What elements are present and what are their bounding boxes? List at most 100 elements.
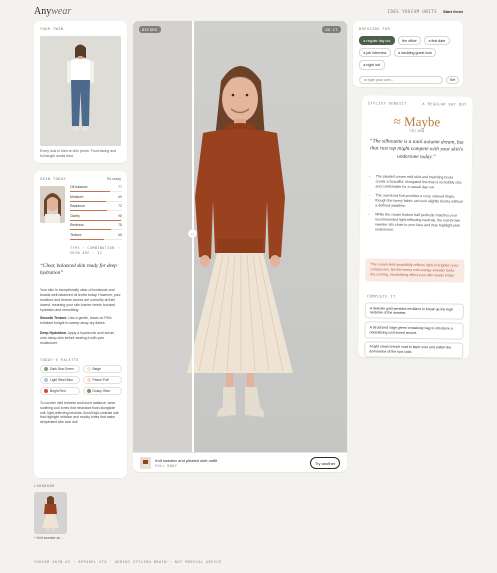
try-another-button[interactable]: Try another — [310, 457, 340, 469]
palette-swatch: Dusky Olive — [82, 387, 122, 395]
face-illustration — [40, 186, 65, 223]
skin-tip-texture-title: Smooth Texture. — [40, 316, 68, 320]
complete-it-label: COMPLETE IT — [366, 294, 396, 299]
swatch-dot — [44, 378, 48, 382]
metric-bar — [70, 238, 122, 240]
metric-bar-fill — [70, 210, 108, 212]
occasion-chip[interactable]: a first date — [424, 36, 450, 46]
compare-handle-icon[interactable]: ↔ — [188, 229, 197, 238]
verdict-label: STYLIST VERDICT — [367, 101, 407, 106]
twin-card: YOUR TWIN Every look is tried on this ph… — [34, 21, 127, 163]
skin-metric-redness: Redness 78 — [70, 223, 122, 233]
swatch-dot — [86, 367, 91, 371]
dressing-section-label: DRESSING FOR — [359, 27, 391, 31]
verdict-point: – The oversized knit provides a cozy, rel… — [368, 193, 463, 209]
lookbook-item[interactable] — [34, 492, 67, 534]
twin-section-label: YOUR TWIN — [40, 27, 64, 31]
outfit-footer: Knit sweater and pleated skirt outfit FU… — [133, 452, 347, 472]
dash-icon: – — [368, 193, 371, 198]
occasion-chips: a regular day out the office a first date a… — [359, 36, 459, 70]
metric-value: 66 — [118, 232, 122, 237]
palette-swatch: Dark Sea Green — [40, 365, 80, 373]
verdict-header: STYLIST VERDICT A REGULAR DAY OUT — [368, 101, 467, 106]
metric-label: Radiance — [70, 204, 85, 208]
outfit-title: Knit sweater and pleated skirt outfit — [155, 458, 218, 463]
model-illustration — [187, 66, 293, 417]
app-logo[interactable]: Anywear — [34, 6, 71, 17]
skin-status: Rx ready — [106, 177, 121, 181]
skin-metric-texture: Texture 66 — [70, 233, 122, 243]
metric-bar — [70, 191, 122, 193]
metric-bar — [70, 229, 122, 231]
swatch-label: Light Steel Blue — [50, 378, 74, 382]
twin-caption: Every look is tried on this photo. Front… — [40, 149, 117, 158]
occasion-chip[interactable]: the office — [397, 36, 422, 46]
top-bar: Anywear IDES YOUCAM UNITS Start fresh — [34, 6, 463, 20]
complete-it-item[interactable]: A structured sage green crossbody bag to… — [364, 321, 464, 340]
metric-value: 69 — [118, 194, 122, 199]
skin-type: type · Combination · skin age · 32 — [70, 246, 120, 255]
complete-it-list: A delicate gold pendant necklace to brea… — [364, 302, 464, 362]
skin-tip-texture: Smooth Texture. Use a gentle, leave-on P… — [40, 316, 122, 326]
swatch-label: Dark Sea Green — [50, 367, 74, 371]
before-tag: BEFORE — [139, 26, 161, 33]
occasion-chip[interactable]: a job interview — [359, 48, 391, 58]
verdict-point: – While the cream bottom half perfectly m… — [368, 213, 463, 234]
dash-icon: – — [368, 212, 371, 217]
custom-occasion-input[interactable] — [359, 76, 443, 84]
metric-label: Oil balance — [70, 185, 88, 189]
verdict-points: – The pleated cream midi skirt and matchi… — [368, 174, 464, 238]
skin-summary: Your skin is exceptionally clear of brea… — [40, 288, 121, 312]
occasion-chip[interactable]: a wedding guest look — [393, 48, 437, 58]
verdict-occasion: A REGULAR DAY OUT — [422, 102, 467, 107]
metric-value: 72 — [118, 204, 122, 208]
lookbook-label: LOOKBOOK — [34, 484, 55, 488]
lookbook-item-illustration — [34, 492, 67, 534]
outfit-thumbnail-illustration — [140, 458, 151, 469]
twin-photo[interactable] — [40, 36, 121, 146]
skin-metrics: Oil balance 77 Moisture 69 Radiance 72 Clarity… — [70, 185, 122, 242]
palette-swatch: Light Steel Blue — [40, 376, 80, 384]
complete-it-item[interactable]: A light cream trench coat to layer over … — [364, 341, 464, 359]
metric-bar — [70, 210, 122, 212]
swatch-label: Beige — [92, 367, 101, 371]
set-occasion-button[interactable]: Set — [446, 76, 459, 84]
outfit-subtitle: FULL BODY — [155, 464, 178, 468]
skin-metric-clarity: Clarity 98 — [70, 214, 122, 224]
metric-bar-fill — [70, 191, 111, 193]
verdict-score: 78/100 — [408, 128, 425, 134]
skin-section-label: SKIN TODAY — [40, 177, 67, 181]
dressing-for-card: DRESSING FOR a regular day out the office… — [353, 21, 463, 87]
swatch-label: Dusky Olive — [92, 389, 111, 393]
swatch-dot — [44, 367, 48, 371]
verdict-quote: “The silhouette is a total autumn dream,… — [369, 138, 464, 161]
top-nav: IDES YOUCAM UNITS Start fresh — [388, 9, 463, 14]
metric-label: Texture — [70, 232, 82, 237]
page-footer: YOUCAM SKIN AI · APPAREL VTO · GEMINI ST… — [34, 560, 222, 564]
occasion-chip[interactable]: a night out — [359, 60, 385, 70]
in-it-tag: IN IT — [321, 26, 341, 33]
lookbook-item-caption: + Knit sweater an... — [34, 536, 64, 540]
skin-tip-hydration: Deep Hydration. Apply a hyaluronic acid … — [40, 331, 122, 346]
swatch-dot — [44, 389, 48, 393]
start-fresh-link[interactable]: Start fresh — [443, 9, 463, 14]
complete-it-item[interactable]: A delicate gold pendant necklace to brea… — [364, 302, 464, 321]
verdict-point-text: The oversized knit provides a cozy, rela… — [375, 193, 463, 209]
units-label[interactable]: IDES YOUCAM UNITS — [388, 9, 437, 14]
occasion-chip[interactable]: a regular day out — [359, 36, 395, 46]
palette-label: TODAY'S PALETTE — [40, 358, 80, 362]
logo-accent-text: wear — [51, 6, 72, 17]
skin-metric-radiance: Radiance 72 — [70, 204, 122, 214]
swatch-label: Peach Puff — [92, 378, 109, 382]
verdict-point-text: The pleated cream midi skirt and matchin… — [375, 174, 462, 190]
verdict-point-text: While the cream bottom half perfectly ma… — [374, 212, 461, 232]
viewer-stage[interactable]: ↔ BEFORE IN IT — [133, 21, 347, 452]
skin-tip-hydration-title: Deep Hydration. — [40, 331, 67, 335]
metric-label: Moisture — [70, 194, 84, 199]
verdict-point: – The pleated cream midi skirt and matchi… — [369, 174, 464, 190]
metric-label: Clarity — [70, 213, 80, 218]
palette-swatches: Dark Sea Green Beige Light Steel Blue Peach… — [40, 365, 122, 395]
verdict-alert: The cream skirt beautifully reflects lig… — [365, 258, 465, 283]
palette-note: To counter mild redness and boost radian… — [40, 401, 119, 425]
skin-metric-oil-balance: Oil balance 77 — [70, 185, 122, 195]
